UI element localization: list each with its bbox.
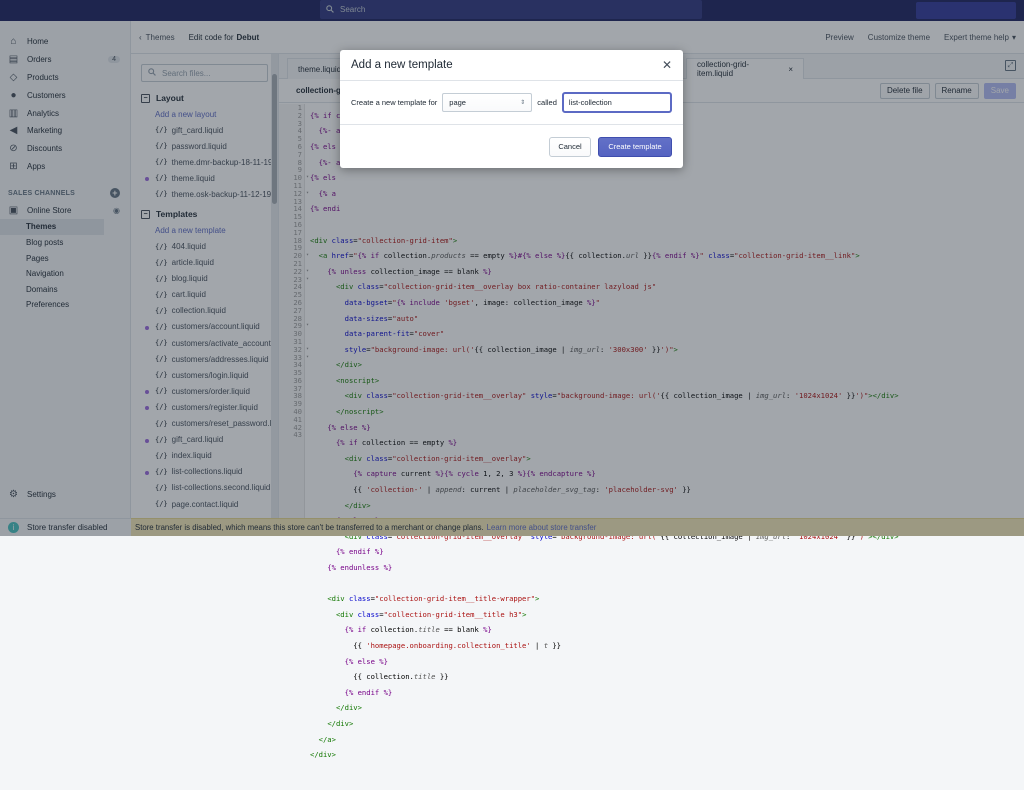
add-template-modal: Add a new template ✕ Create a new templa… (340, 50, 683, 168)
called-label: called (537, 98, 557, 107)
modal-title: Add a new template (351, 59, 453, 71)
modal-footer: Cancel Create template (340, 125, 683, 168)
modal-body: Create a new template for page ⇕ called … (340, 81, 683, 125)
template-name-input[interactable]: list-collection (561, 92, 672, 113)
modal-header: Add a new template ✕ (340, 50, 683, 81)
template-type-label: Create a new template for (351, 98, 438, 107)
select-arrows-icon: ⇕ (520, 100, 526, 106)
template-type-select[interactable]: page ⇕ (442, 93, 533, 112)
close-icon[interactable]: ✕ (662, 58, 672, 72)
create-template-button[interactable]: Create template (598, 136, 672, 157)
template-name-value: list-collection (568, 98, 612, 107)
template-type-value: page (449, 98, 466, 107)
cancel-button[interactable]: Cancel (549, 136, 591, 157)
